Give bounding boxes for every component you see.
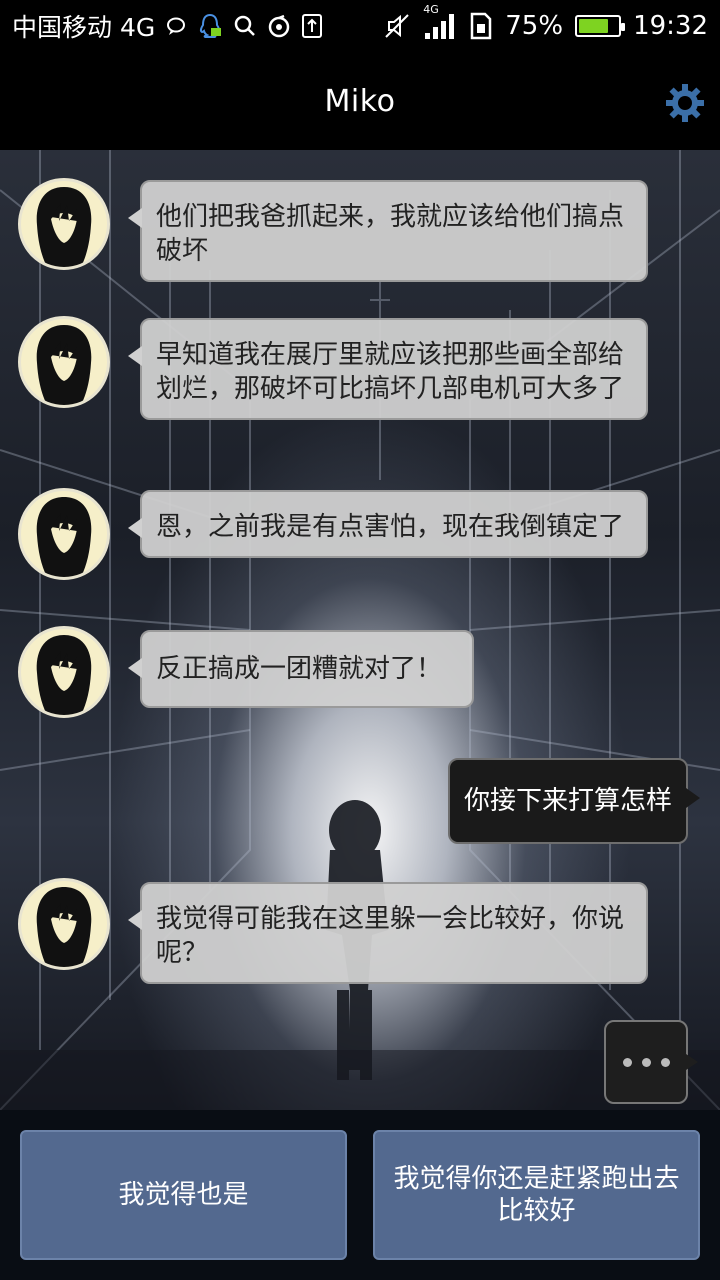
gear-icon[interactable]: [664, 82, 706, 124]
search-icon: [233, 14, 257, 38]
avatar[interactable]: [18, 316, 110, 408]
typing-indicator: [604, 1020, 698, 1104]
message-bubble-incoming: 反正搞成一团糟就对了！: [128, 630, 474, 708]
avatar[interactable]: [18, 626, 110, 718]
typing-dot: [641, 1057, 651, 1067]
chat-bubble-icon: [165, 15, 187, 37]
typing-dot: [622, 1057, 632, 1067]
message-bubble-incoming: 早知道我在展厅里就应该把那些画全部给划烂，那破坏可比搞坏几部电机可大多了: [128, 318, 648, 420]
battery-icon: [575, 15, 626, 37]
reply-choice-button[interactable]: 我觉得也是: [20, 1130, 347, 1260]
network-label: 4G: [423, 3, 439, 16]
typing-dot: [660, 1057, 670, 1067]
clock: 19:32: [633, 11, 708, 41]
message-bubble-incoming: 恩，之前我是有点害怕，现在我倒镇定了: [128, 490, 648, 558]
qq-penguin-icon: [197, 12, 223, 40]
carrier-label: 中国移动 4G: [12, 13, 156, 42]
avatar[interactable]: [18, 878, 110, 970]
music-icon: [267, 14, 291, 38]
signal-icon: 4G: [423, 3, 457, 41]
chat-area[interactable]: 他们把我爸抓起来，我就应该给他们搞点破坏 早知道我在展厅里就应该把那些画全部给划…: [0, 150, 720, 1110]
status-bar: 中国移动 4G 4G 75% 19:32: [0, 0, 720, 52]
reply-choices-panel: 我觉得也是 我觉得你还是赶紧跑出去比较好: [0, 1110, 720, 1280]
battery-percent: 75%: [505, 11, 564, 41]
message-bubble-incoming: 我觉得可能我在这里躲一会比较好，你说呢？: [128, 882, 648, 984]
message-bubble-outgoing: 你接下来打算怎样: [447, 758, 701, 844]
battery-level-fill: [579, 19, 608, 33]
page-title: Miko: [324, 83, 396, 119]
reply-choice-button[interactable]: 我觉得你还是赶紧跑出去比较好: [373, 1130, 700, 1260]
avatar[interactable]: [18, 178, 110, 270]
app-header: Miko: [0, 52, 720, 150]
sim-icon: [469, 12, 493, 40]
avatar[interactable]: [18, 488, 110, 580]
message-bubble-incoming: 他们把我爸抓起来，我就应该给他们搞点破坏: [128, 180, 648, 282]
mute-icon: [383, 12, 411, 40]
upload-icon: [301, 13, 323, 39]
